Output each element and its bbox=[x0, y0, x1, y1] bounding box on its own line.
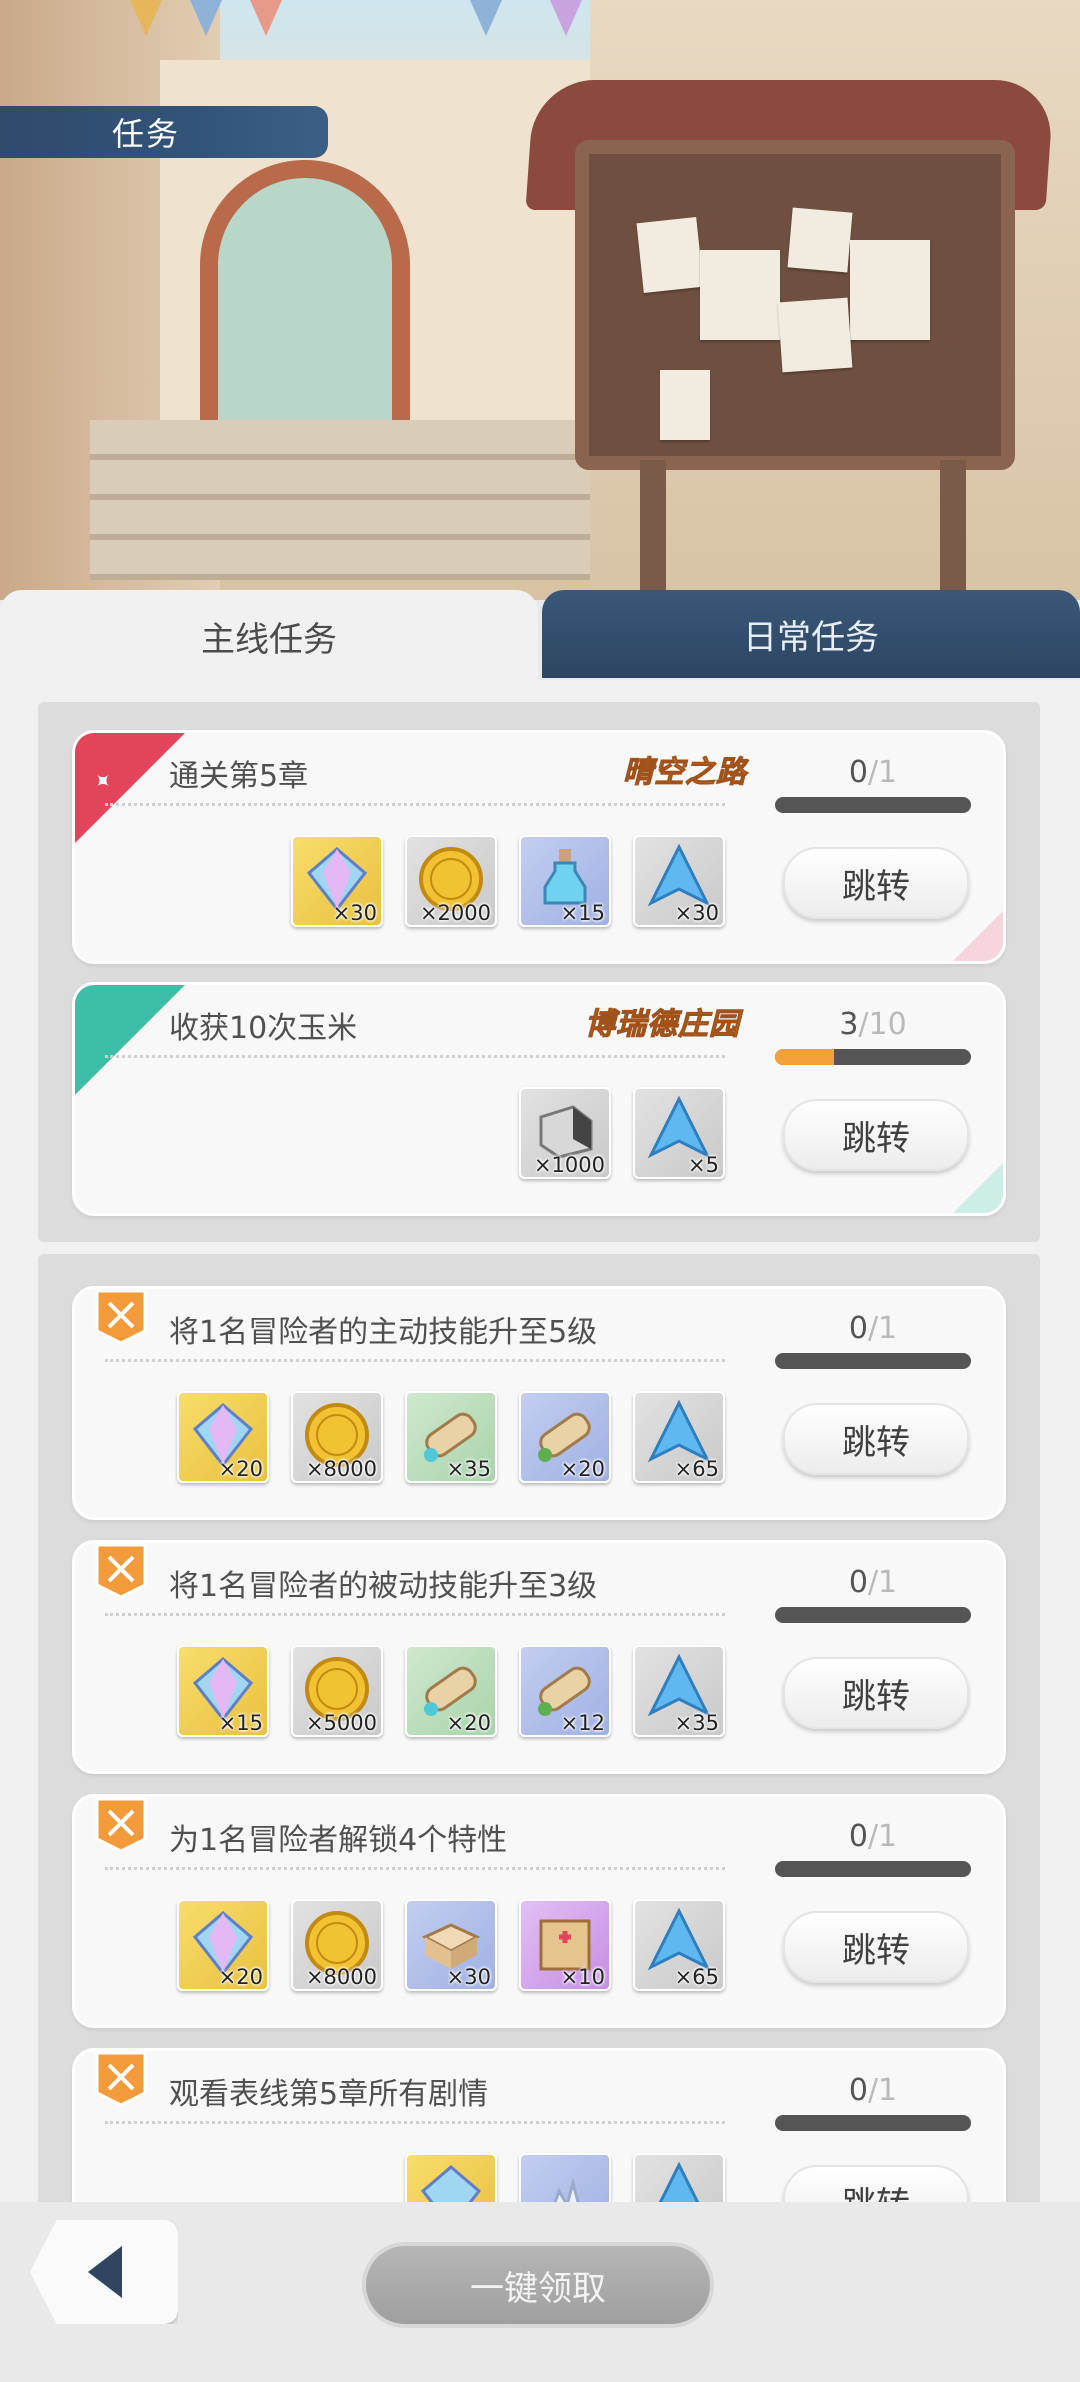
reward-item[interactable]: ×35 bbox=[633, 1645, 725, 1737]
reward-item[interactable]: ×10 bbox=[519, 1899, 611, 1991]
progress-bar bbox=[775, 2115, 971, 2131]
back-arrow-icon bbox=[88, 2246, 122, 2298]
page-title: 任务 bbox=[112, 115, 181, 153]
quest-card: 将1名冒险者的主动技能升至5级 0/1 ×20 ×8000 ×35 ×20 ×6… bbox=[72, 1286, 1006, 1520]
progress-bar bbox=[775, 1353, 971, 1369]
quest-badge-icon bbox=[95, 1289, 147, 1345]
reward-item[interactable]: ×65 bbox=[633, 1899, 725, 1991]
reward-item[interactable]: ×20 bbox=[519, 1391, 611, 1483]
corner-decoration bbox=[943, 1153, 1003, 1213]
reward-item[interactable] bbox=[405, 2153, 497, 2202]
gem-icon bbox=[420, 2165, 482, 2202]
bottom-bar: 一键领取 bbox=[0, 2202, 1080, 2382]
reward-item[interactable]: ×8000 bbox=[291, 1899, 383, 1991]
exp-crystal-icon bbox=[658, 2161, 700, 2202]
quest-title: 收获10次玉米 bbox=[169, 1011, 358, 1046]
reward-item[interactable]: ×30 bbox=[405, 1899, 497, 1991]
featured-quest-card: 收获10次玉米 博瑞德庄园 3/10 ×1000 ×5 跳转 bbox=[72, 982, 1006, 1216]
progress-bar bbox=[775, 1861, 971, 1877]
progress-bar bbox=[775, 797, 971, 813]
reward-item[interactable]: ×30 bbox=[291, 835, 383, 927]
quest-card: 为1名冒险者解锁4个特性 0/1 ×20 ×8000 ×30 ×10 ×65 跳… bbox=[72, 1794, 1006, 2028]
reward-item[interactable]: ×12 bbox=[519, 1645, 611, 1737]
quest-progress: 0/1 bbox=[848, 1819, 898, 1854]
quest-progress: 0/1 bbox=[848, 1311, 898, 1346]
quest-progress: 3/10 bbox=[839, 1007, 907, 1042]
page-title-bar: 任务 bbox=[0, 106, 328, 158]
reward-item[interactable]: ×65 bbox=[633, 1391, 725, 1483]
jump-button[interactable]: 跳转 bbox=[783, 1403, 969, 1475]
claim-all-button[interactable]: 一键领取 bbox=[362, 2242, 714, 2328]
quest-progress: 0/1 bbox=[848, 755, 898, 790]
quest-title: 观看表线第5章所有剧情 bbox=[169, 2077, 489, 2112]
frost-crystal-icon bbox=[553, 2177, 580, 2202]
progress-bar bbox=[775, 1049, 971, 1065]
quest-list[interactable]: ✦ 通关第5章 晴空之路 0/1 ×30 ×2000 ×15 ×30 跳转 收获… bbox=[0, 680, 1080, 2202]
reward-item[interactable]: ×15 bbox=[177, 1645, 269, 1737]
reward-item[interactable]: ×20 bbox=[177, 1899, 269, 1991]
quest-title: 通关第5章 bbox=[169, 759, 309, 794]
quest-title: 将1名冒险者的主动技能升至5级 bbox=[169, 1315, 598, 1350]
quest-badge-icon bbox=[95, 1797, 147, 1853]
quest-card: 观看表线第5章所有剧情 0/1 跳转 bbox=[72, 2048, 1006, 2202]
reward-item[interactable]: ×5000 bbox=[291, 1645, 383, 1737]
featured-quest-card: ✦ 通关第5章 晴空之路 0/1 ×30 ×2000 ×15 ×30 跳转 bbox=[72, 730, 1006, 964]
main-quest-group: 将1名冒险者的主动技能升至5级 0/1 ×20 ×8000 ×35 ×20 ×6… bbox=[38, 1254, 1040, 2202]
quest-card: 将1名冒险者的被动技能升至3级 0/1 ×15 ×5000 ×20 ×12 ×3… bbox=[72, 1540, 1006, 1774]
jump-button[interactable]: 跳转 bbox=[783, 1911, 969, 1983]
reward-item[interactable] bbox=[633, 2153, 725, 2202]
corner-decoration bbox=[943, 901, 1003, 961]
featured-quest-group: ✦ 通关第5章 晴空之路 0/1 ×30 ×2000 ×15 ×30 跳转 收获… bbox=[38, 702, 1040, 1242]
quest-badge-icon bbox=[95, 2051, 147, 2107]
region-tag: 博瑞德庄园 bbox=[585, 1007, 740, 1043]
reward-item[interactable]: ×2000 bbox=[405, 835, 497, 927]
jump-button[interactable]: 跳转 bbox=[783, 1099, 969, 1171]
quest-progress: 0/1 bbox=[848, 2073, 898, 2108]
region-tag: 晴空之路 bbox=[623, 755, 747, 791]
quest-title: 将1名冒险者的被动技能升至3级 bbox=[169, 1569, 598, 1604]
town-background bbox=[0, 0, 1080, 600]
jump-button[interactable]: 跳转 bbox=[783, 847, 969, 919]
jump-button[interactable]: 跳转 bbox=[783, 2165, 969, 2202]
reward-item[interactable]: ×35 bbox=[405, 1391, 497, 1483]
progress-bar bbox=[775, 1607, 971, 1623]
tab-daily-quest[interactable]: 日常任务 bbox=[542, 590, 1080, 678]
jump-button[interactable]: 跳转 bbox=[783, 1657, 969, 1729]
reward-item[interactable]: ×5 bbox=[633, 1087, 725, 1179]
reward-item[interactable]: ×15 bbox=[519, 835, 611, 927]
quest-tabs: 主线任务 日常任务 bbox=[0, 590, 1080, 682]
back-button[interactable] bbox=[30, 2220, 178, 2324]
tab-main-quest[interactable]: 主线任务 bbox=[0, 590, 538, 682]
quest-title: 为1名冒险者解锁4个特性 bbox=[169, 1823, 508, 1858]
quest-progress: 0/1 bbox=[848, 1565, 898, 1600]
reward-item[interactable]: ×20 bbox=[405, 1645, 497, 1737]
reward-item[interactable]: ×1000 bbox=[519, 1087, 611, 1179]
reward-item[interactable] bbox=[519, 2153, 611, 2202]
quest-badge-icon bbox=[95, 1543, 147, 1599]
reward-item[interactable]: ×30 bbox=[633, 835, 725, 927]
reward-item[interactable]: ×20 bbox=[177, 1391, 269, 1483]
reward-item[interactable]: ×8000 bbox=[291, 1391, 383, 1483]
